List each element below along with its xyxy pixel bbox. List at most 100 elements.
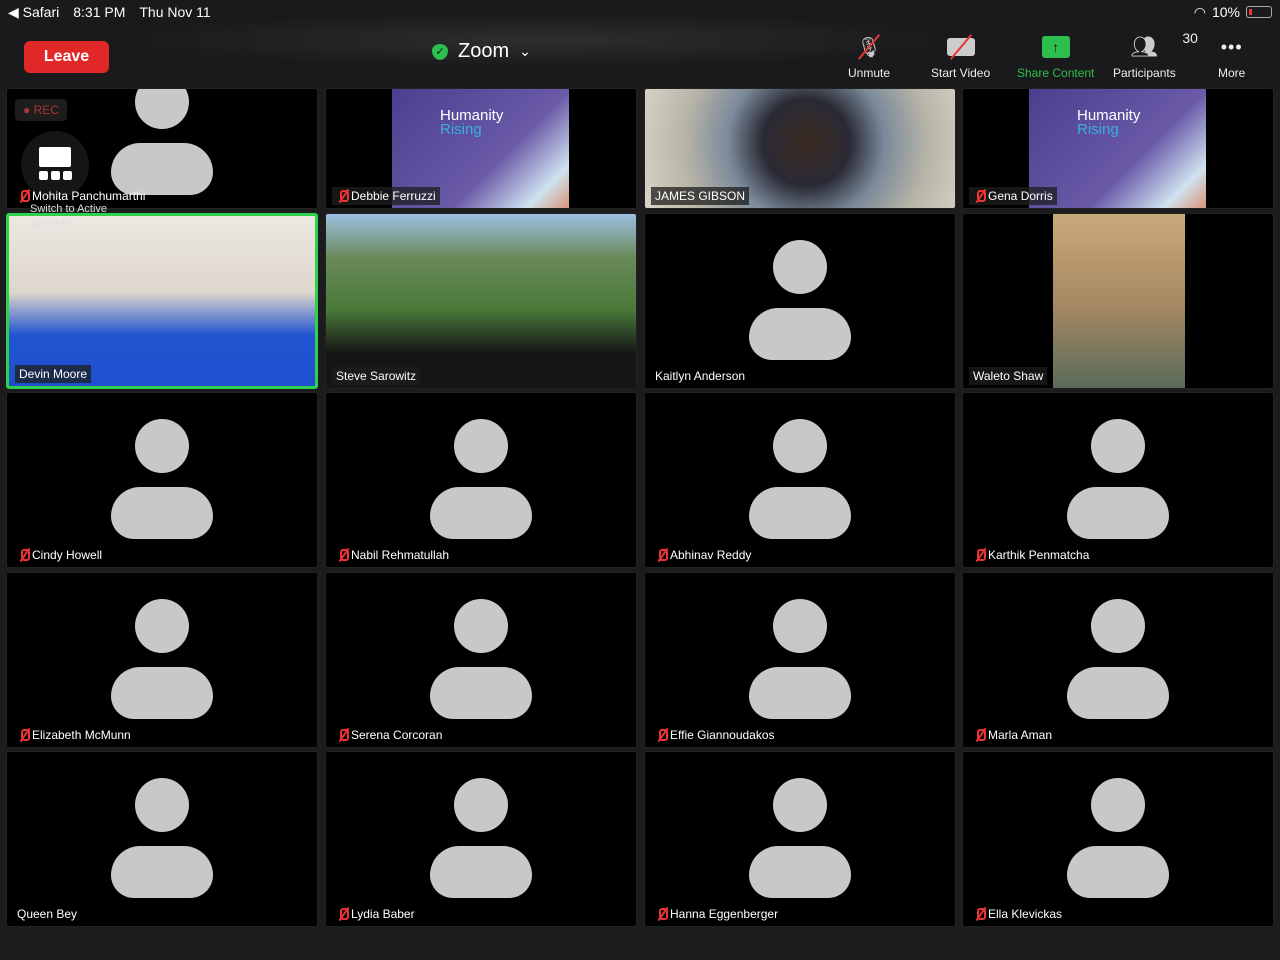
participant-name: Kaitlyn Anderson (655, 369, 746, 383)
security-shield-icon: ✓ (432, 43, 448, 60)
participant-tile[interactable]: Karthik Penmatcha (962, 392, 1274, 568)
participant-name: Elizabeth McMunn (13, 726, 135, 744)
leave-button[interactable]: Leave (24, 41, 109, 73)
participant-name: Lydia Baber (332, 905, 419, 923)
meeting-title-text: Zoom (458, 40, 510, 62)
participant-tile[interactable]: Abhinav Reddy (644, 392, 956, 568)
avatar-head-icon (773, 778, 827, 832)
avatar-head-icon (1091, 778, 1145, 832)
participant-name: JAMES GIBSON (651, 187, 750, 205)
participant-name: Abhinav Reddy (651, 546, 755, 564)
meeting-title[interactable]: ✓ Zoom ⌄ (432, 40, 531, 63)
start-video-button[interactable]: Start Video (931, 34, 990, 80)
start-video-label: Start Video (931, 66, 991, 80)
avatar-body-icon (111, 487, 213, 539)
switch-view-label[interactable]: Switch to Active Speaker (30, 202, 120, 230)
participant-tile[interactable]: Devin Moore (6, 213, 318, 389)
avatar-head-icon (773, 419, 827, 473)
participant-name: Nabil Rehmatullah (332, 546, 453, 564)
participant-tile[interactable]: Humanity Rising Gena Dorris (962, 88, 1274, 209)
participant-tile[interactable]: JAMES GIBSON (644, 88, 956, 209)
clock: 8:31 PM (73, 3, 126, 20)
more-button[interactable]: ••• More (1218, 34, 1245, 81)
participant-name: Debbie Ferruzzi (332, 187, 440, 205)
avatar-head-icon (1091, 419, 1145, 473)
participant-tile[interactable]: Ella Klevickas (962, 751, 1274, 927)
participant-name: Devin Moore (15, 365, 92, 383)
participant-tile[interactable]: Lydia Baber (325, 751, 637, 927)
unmute-label: Unmute (848, 66, 891, 80)
back-to-safari[interactable]: ◀ Safari (8, 4, 59, 21)
participant-tile[interactable]: Steve Sarowitz (325, 213, 637, 389)
share-arrow-icon: ↑ (1041, 36, 1070, 58)
participant-tile[interactable]: ● REC Mohita Panchumarthi (6, 88, 318, 209)
participant-tile[interactable]: Humanity Rising Debbie Ferruzzi (325, 88, 637, 209)
muted-microphone-icon (655, 548, 668, 562)
muted-microphone-icon (336, 548, 349, 562)
avatar-body-icon (749, 667, 851, 719)
muted-microphone-icon (336, 189, 349, 203)
participants-button[interactable]: 👥︎ 30 Participants (1113, 30, 1198, 80)
avatar-body-icon (1067, 487, 1169, 539)
participant-name: Serena Corcoran (332, 726, 446, 744)
participant-tile[interactable]: Kaitlyn Anderson (644, 213, 956, 389)
participant-count: 30 (1182, 30, 1198, 46)
chevron-down-icon: ⌄ (519, 43, 531, 59)
avatar-head-icon (1091, 599, 1145, 653)
muted-microphone-icon (655, 728, 668, 742)
video-off-icon (946, 34, 975, 60)
participant-tile[interactable]: Marla Aman (962, 572, 1274, 748)
participant-name: Steve Sarowitz (332, 367, 421, 385)
avatar-body-icon (1067, 846, 1169, 898)
avatar-head-icon (773, 599, 827, 653)
avatar-body-icon (749, 487, 851, 539)
muted-microphone-icon (336, 907, 349, 921)
avatar-body-icon (430, 846, 532, 898)
muted-microphone-icon (973, 548, 986, 562)
avatar-head-icon (135, 419, 189, 473)
participants-icon: 👥︎ 30 (1130, 30, 1198, 59)
avatar-body-icon (749, 308, 851, 360)
date: Thu Nov 11 (139, 3, 211, 20)
avatar-head-icon (135, 89, 189, 129)
participant-tile[interactable]: Serena Corcoran (325, 572, 637, 748)
avatar-body-icon (430, 487, 532, 539)
share-content-button[interactable]: ↑ Share Content (1017, 34, 1094, 80)
ios-status-bar: ◀ Safari 8:31 PM Thu Nov 11 ◠ 10% (0, 0, 1280, 24)
muted-microphone-icon (655, 907, 668, 921)
more-dots-icon: ••• (1220, 36, 1243, 57)
avatar-body-icon (1067, 667, 1169, 719)
participant-tile[interactable]: Hanna Eggenberger (644, 751, 956, 927)
unmute-button[interactable]: 🎙︎ Unmute (848, 34, 890, 80)
participant-name: Effie Giannoudakos (651, 726, 779, 744)
wifi-icon: ◠ (1193, 3, 1206, 20)
avatar-body-icon (111, 846, 213, 898)
avatar-body-icon (111, 667, 213, 719)
recording-badge: ● REC (15, 99, 67, 121)
share-content-label: Share Content (1017, 66, 1095, 80)
participant-tile[interactable]: Nabil Rehmatullah (325, 392, 637, 568)
battery-icon (1246, 6, 1272, 18)
muted-microphone-icon (973, 907, 986, 921)
muted-microphone-icon (17, 548, 30, 562)
avatar-head-icon (454, 778, 508, 832)
participant-tile[interactable]: Effie Giannoudakos (644, 572, 956, 748)
participant-tile[interactable]: Waleto Shaw (962, 213, 1274, 389)
avatar-head-icon (454, 419, 508, 473)
participants-label: Participants (1113, 66, 1176, 80)
battery-percent: 10% (1211, 4, 1240, 20)
muted-microphone-icon (973, 189, 986, 203)
participant-tile[interactable]: Queen Bey (6, 751, 318, 927)
participant-name: Cindy Howell (13, 546, 106, 564)
microphone-muted-icon: 🎙︎ (856, 34, 882, 60)
participant-video (1053, 214, 1185, 388)
muted-microphone-icon (17, 728, 30, 742)
participant-name: Waleto Shaw (969, 367, 1048, 385)
participant-name: Marla Aman (969, 726, 1056, 744)
muted-microphone-icon (336, 728, 349, 742)
avatar-head-icon (135, 778, 189, 832)
participant-tile[interactable]: Elizabeth McMunn (6, 572, 318, 748)
participant-video (326, 214, 636, 388)
muted-microphone-icon (973, 728, 986, 742)
participant-tile[interactable]: Cindy Howell (6, 392, 318, 568)
